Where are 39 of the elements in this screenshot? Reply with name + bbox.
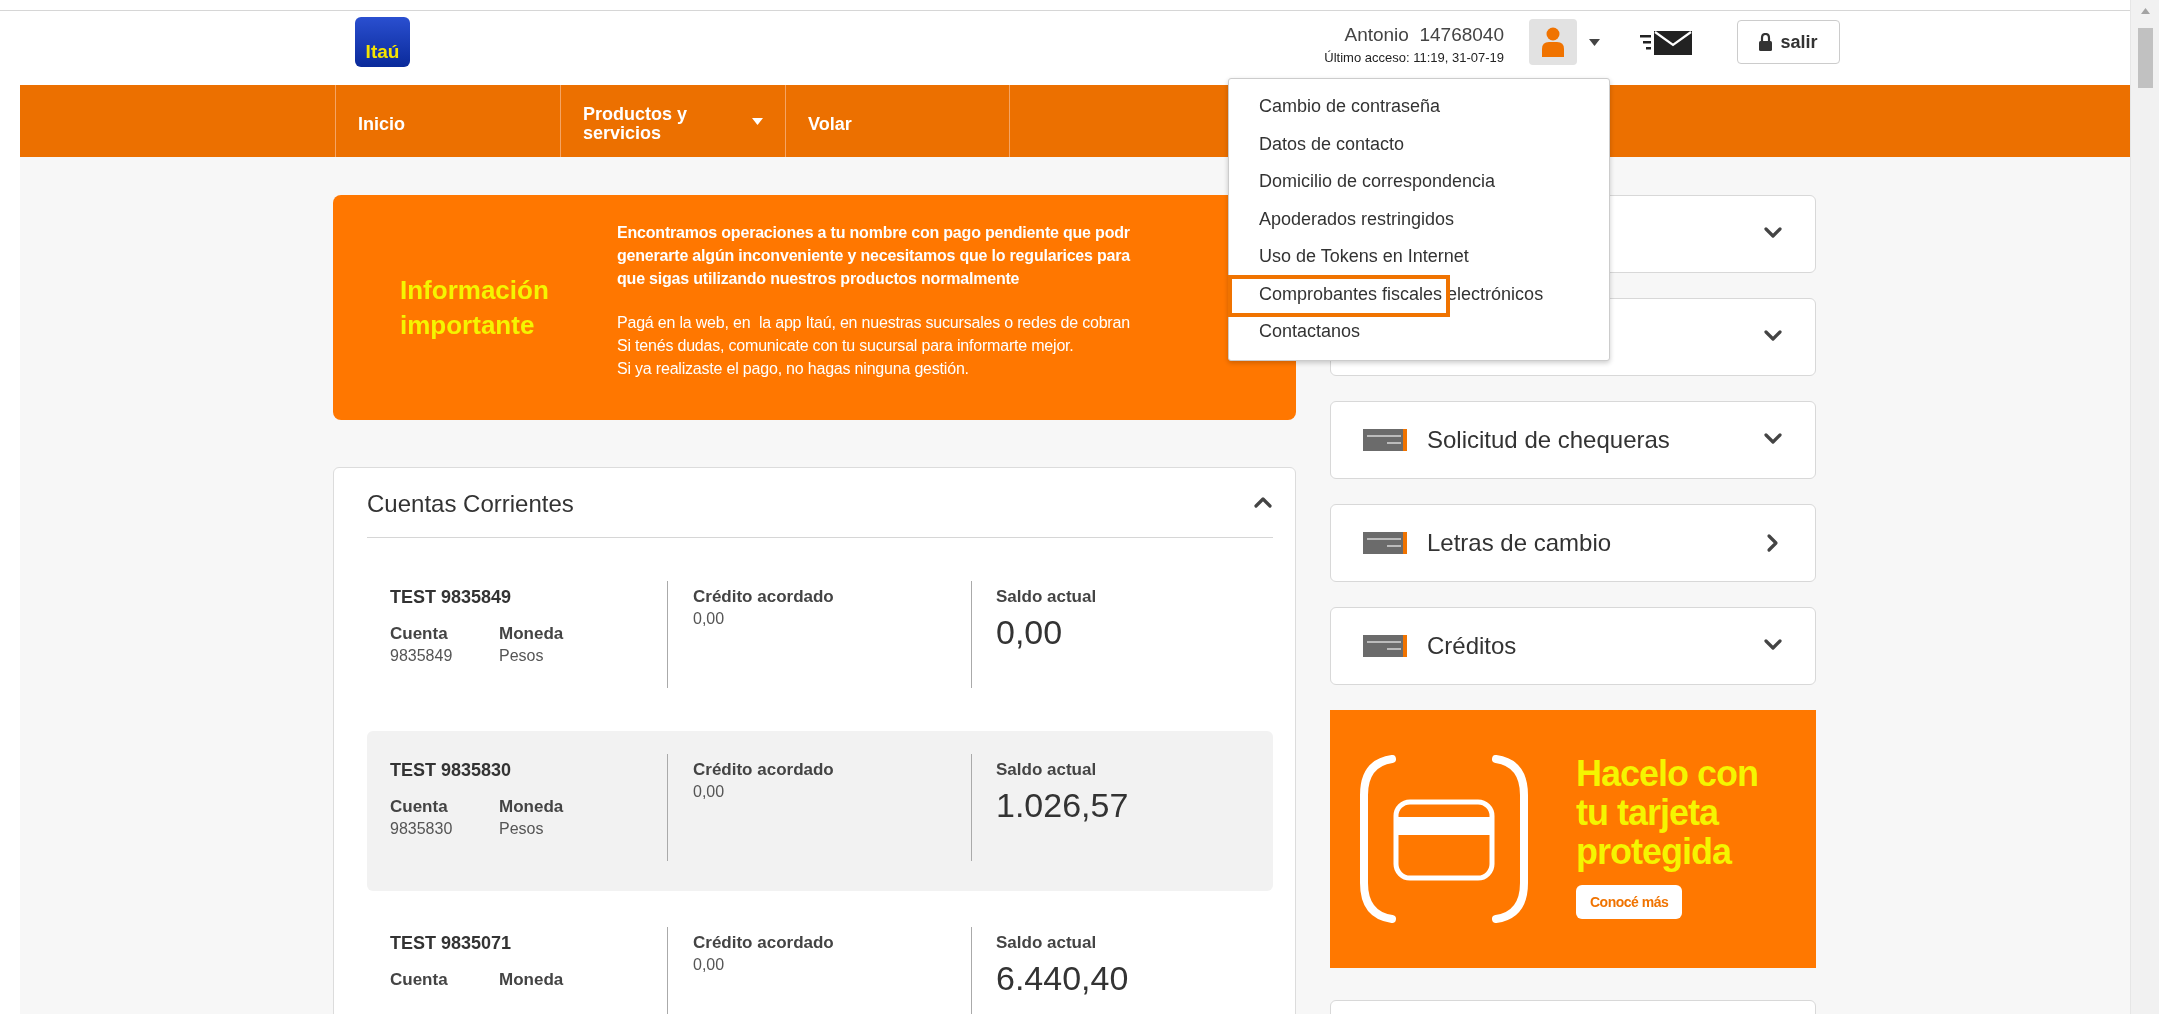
notice-text: Encontramos operaciones a tu nombre con pago pendiente que podr (617, 223, 1130, 243)
credit-value: 0,00 (693, 610, 725, 628)
balance-value: 6.440,40 (996, 959, 1129, 998)
balance-value: 1.026,57 (996, 786, 1129, 825)
card-title: Créditos (1427, 632, 1518, 660)
card-title: Solicitud de chequeras (1427, 426, 1671, 454)
field-label: Cuenta (390, 970, 449, 990)
field-label: Moneda (499, 970, 565, 990)
notice-text: que sigas utilizando nuestros productos normalmente (617, 269, 1021, 289)
field-label: Saldo actual (996, 587, 1097, 607)
account-number: 9835830 (390, 820, 454, 838)
credit-value: 0,00 (693, 783, 725, 801)
account-number: 9835849 (390, 647, 454, 665)
currency-value: Pesos (499, 647, 545, 665)
account-name: TEST 9835071 (390, 933, 513, 954)
field-label: Cuenta (390, 797, 449, 817)
field-label: Crédito acordado (693, 933, 834, 953)
account-name: TEST 9835849 (390, 587, 513, 608)
card-title: Letras de cambio (1427, 529, 1613, 557)
field-label: Saldo actual (996, 760, 1097, 780)
section-title: Cuentas Corrientes (367, 489, 574, 518)
notice-text: Si ya realizaste el pago, no hagas ninguna gestión. (617, 359, 970, 379)
balance-value: 0,00 (996, 613, 1063, 652)
notice-text: Si tenés dudas, comunicate con tu sucursal para informarte mejor. (617, 336, 1075, 356)
field-label: Moneda (499, 797, 565, 817)
notice-title: Información importante (400, 273, 550, 342)
field-label: Cuenta (390, 624, 449, 644)
field-label: Moneda (499, 624, 565, 644)
field-label: Saldo actual (996, 933, 1097, 953)
notice-text: generarte algún inconveniente y necesitamos que lo regularices para (617, 246, 1130, 266)
last-access: Último acceso: 11:19, 31-07-19 (1324, 49, 1504, 65)
credit-value: 0,00 (693, 956, 725, 974)
promo-headline: Hacelo con tu tarjeta protegida (1576, 753, 1759, 871)
notice-text: Pagá en la web, en la app Itaú, en nuestras sucursales o redes de cobran (617, 313, 1130, 333)
field-label: Crédito acordado (693, 760, 834, 780)
currency-value: Pesos (499, 820, 545, 838)
user-name: Antonio 14768040 (1344, 23, 1504, 46)
field-label: Crédito acordado (693, 587, 834, 607)
account-name: TEST 9835830 (390, 760, 513, 781)
